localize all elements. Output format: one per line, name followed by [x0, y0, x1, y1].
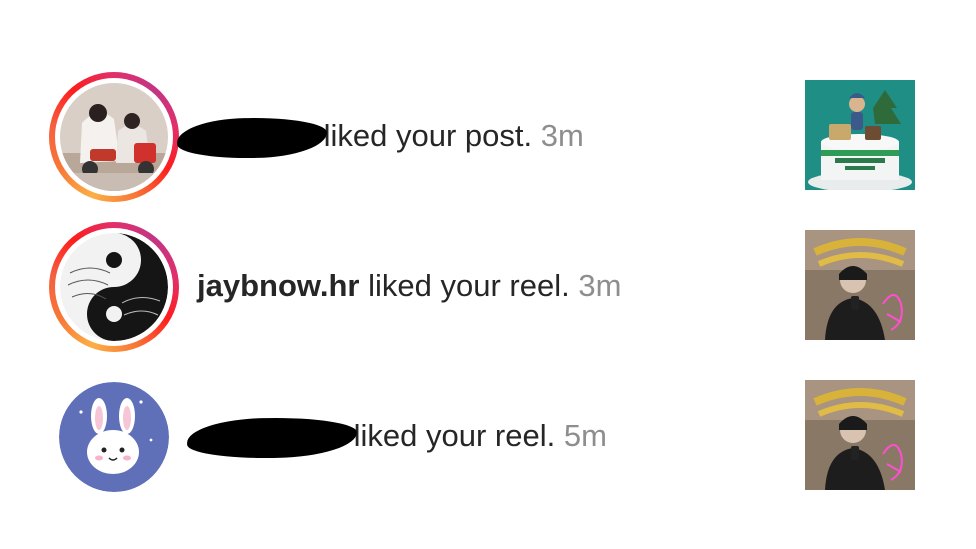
notification-text: liked your reel. 5m [186, 414, 607, 460]
bunny-avatar-icon [59, 382, 169, 492]
avatar[interactable] [49, 372, 179, 502]
notification-item[interactable]: liked your post. 3m [0, 62, 976, 212]
redaction-mark [176, 116, 328, 160]
yin-yang-avatar-icon [60, 233, 168, 341]
notification-timestamp: 3m [540, 118, 584, 153]
notification-action: liked your post. [323, 118, 533, 153]
notification-item[interactable]: liked your reel. 5m [0, 362, 976, 512]
notification-timestamp: 5m [563, 418, 607, 453]
notification-text: jaybnow.hr liked your reel. 3m [197, 264, 621, 308]
photo-avatar-icon [60, 83, 168, 191]
happy-birthday-reel-thumbnail[interactable] [805, 380, 915, 490]
avatar-with-story-ring[interactable] [49, 72, 179, 202]
notification-timestamp: 3m [578, 268, 622, 303]
notification-item[interactable]: jaybnow.hr liked your reel. 3m [0, 212, 976, 362]
activity-notification-list: liked your post. 3m jaybnow.hr liked you… [0, 0, 976, 549]
redaction-mark [186, 416, 358, 460]
notification-action: liked your reel. [368, 268, 570, 303]
happy-birthday-reel-thumbnail[interactable] [805, 230, 915, 340]
avatar-with-story-ring[interactable] [49, 222, 179, 352]
notification-action: liked your reel. [353, 418, 556, 453]
birthday-cake-thumbnail[interactable] [805, 80, 915, 190]
notification-text: liked your post. 3m [176, 114, 584, 160]
notification-username[interactable]: jaybnow.hr [197, 268, 359, 303]
